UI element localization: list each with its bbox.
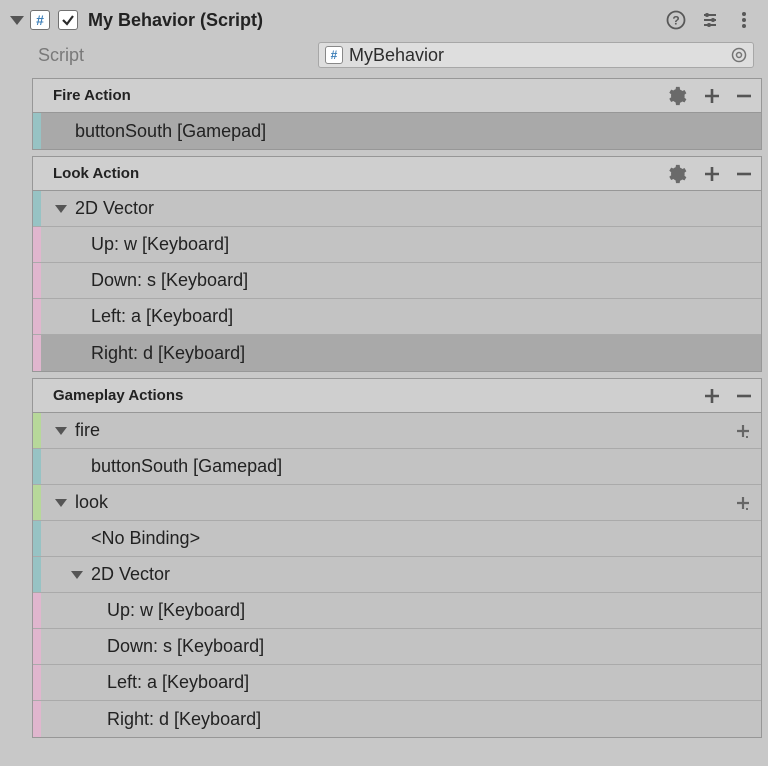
row-stripe	[33, 485, 41, 520]
binding-row[interactable]: Right: d [Keyboard]	[33, 701, 761, 737]
binding-label: Down: s [Keyboard]	[87, 270, 761, 291]
action-section: Fire Action buttonSouth [Gamepad]	[32, 78, 762, 150]
action-section: Look Action 2D Vector Up: w [Keyboard] Down…	[32, 156, 762, 372]
gear-icon[interactable]	[665, 163, 687, 185]
component-title: My Behavior (Script)	[88, 10, 666, 31]
help-icon[interactable]: ?	[666, 10, 686, 30]
presets-icon[interactable]	[700, 10, 720, 30]
add-binding-icon[interactable]	[735, 423, 761, 439]
binding-label: <No Binding>	[87, 528, 761, 549]
binding-label: Right: d [Keyboard]	[103, 709, 761, 730]
script-row: Script # MyBehavior	[6, 38, 762, 72]
row-stripe	[33, 113, 41, 149]
row-stripe	[33, 593, 41, 628]
foldout-icon[interactable]	[10, 16, 24, 25]
remove-icon[interactable]	[735, 87, 753, 105]
section-title: Look Action	[53, 165, 665, 182]
add-binding-icon[interactable]	[735, 495, 761, 511]
remove-icon[interactable]	[735, 387, 753, 405]
script-icon: #	[30, 10, 50, 30]
row-stripe	[33, 299, 41, 334]
binding-label: buttonSouth [Gamepad]	[71, 121, 761, 142]
row-stripe	[33, 335, 41, 371]
section-header[interactable]: Gameplay Actions	[33, 379, 761, 413]
chevron-down-icon[interactable]	[55, 427, 67, 435]
binding-row[interactable]: 2D Vector	[33, 557, 761, 593]
binding-row[interactable]: fire	[33, 413, 761, 449]
row-stripe	[33, 521, 41, 556]
binding-row[interactable]: Left: a [Keyboard]	[33, 299, 761, 335]
row-stripe	[33, 263, 41, 298]
binding-row[interactable]: Left: a [Keyboard]	[33, 665, 761, 701]
binding-label: Up: w [Keyboard]	[103, 600, 761, 621]
chevron-down-icon[interactable]	[55, 205, 67, 213]
chevron-down-icon[interactable]	[71, 571, 83, 579]
binding-label: Left: a [Keyboard]	[103, 672, 761, 693]
binding-label: 2D Vector	[87, 564, 761, 585]
row-stripe	[33, 701, 41, 737]
script-object-field[interactable]: # MyBehavior	[318, 42, 754, 68]
binding-label: Right: d [Keyboard]	[87, 343, 761, 364]
script-label: Script	[38, 45, 318, 66]
binding-row[interactable]: 2D Vector	[33, 191, 761, 227]
section-header[interactable]: Fire Action	[33, 79, 761, 113]
binding-row[interactable]: look	[33, 485, 761, 521]
row-stripe	[33, 413, 41, 448]
binding-row[interactable]: buttonSouth [Gamepad]	[33, 113, 761, 149]
binding-label: buttonSouth [Gamepad]	[87, 456, 761, 477]
binding-row[interactable]: Down: s [Keyboard]	[33, 263, 761, 299]
row-stripe	[33, 557, 41, 592]
sections-container: Fire Action buttonSouth [Gamepad] Look Act…	[6, 78, 762, 738]
kebab-menu-icon[interactable]	[734, 10, 754, 30]
mini-script-icon: #	[325, 46, 343, 64]
binding-row[interactable]: <No Binding>	[33, 521, 761, 557]
binding-row[interactable]: Right: d [Keyboard]	[33, 335, 761, 371]
binding-row[interactable]: buttonSouth [Gamepad]	[33, 449, 761, 485]
binding-row[interactable]: Up: w [Keyboard]	[33, 593, 761, 629]
binding-label: look	[71, 492, 735, 513]
binding-label: Left: a [Keyboard]	[87, 306, 761, 327]
binding-label: fire	[71, 420, 735, 441]
binding-label: Up: w [Keyboard]	[87, 234, 761, 255]
row-stripe	[33, 629, 41, 664]
chevron-down-icon[interactable]	[55, 499, 67, 507]
section-header[interactable]: Look Action	[33, 157, 761, 191]
binding-label: 2D Vector	[71, 198, 761, 219]
add-icon[interactable]	[703, 165, 721, 183]
remove-icon[interactable]	[735, 165, 753, 183]
component-inspector: # My Behavior (Script) ? Script # MyBeha…	[0, 0, 768, 750]
component-header: # My Behavior (Script) ?	[6, 4, 762, 38]
enabled-checkbox[interactable]	[58, 10, 78, 30]
row-stripe	[33, 191, 41, 226]
add-icon[interactable]	[703, 387, 721, 405]
binding-row[interactable]: Up: w [Keyboard]	[33, 227, 761, 263]
row-stripe	[33, 227, 41, 262]
section-title: Fire Action	[53, 87, 665, 104]
row-stripe	[33, 665, 41, 700]
object-picker-icon[interactable]	[731, 47, 747, 63]
action-section: Gameplay Actions fire buttonSouth [Gamepad…	[32, 378, 762, 738]
script-value: MyBehavior	[349, 45, 444, 66]
svg-text:?: ?	[672, 14, 679, 28]
add-icon[interactable]	[703, 87, 721, 105]
row-stripe	[33, 449, 41, 484]
gear-icon[interactable]	[665, 85, 687, 107]
binding-row[interactable]: Down: s [Keyboard]	[33, 629, 761, 665]
section-title: Gameplay Actions	[53, 387, 703, 404]
binding-label: Down: s [Keyboard]	[103, 636, 761, 657]
